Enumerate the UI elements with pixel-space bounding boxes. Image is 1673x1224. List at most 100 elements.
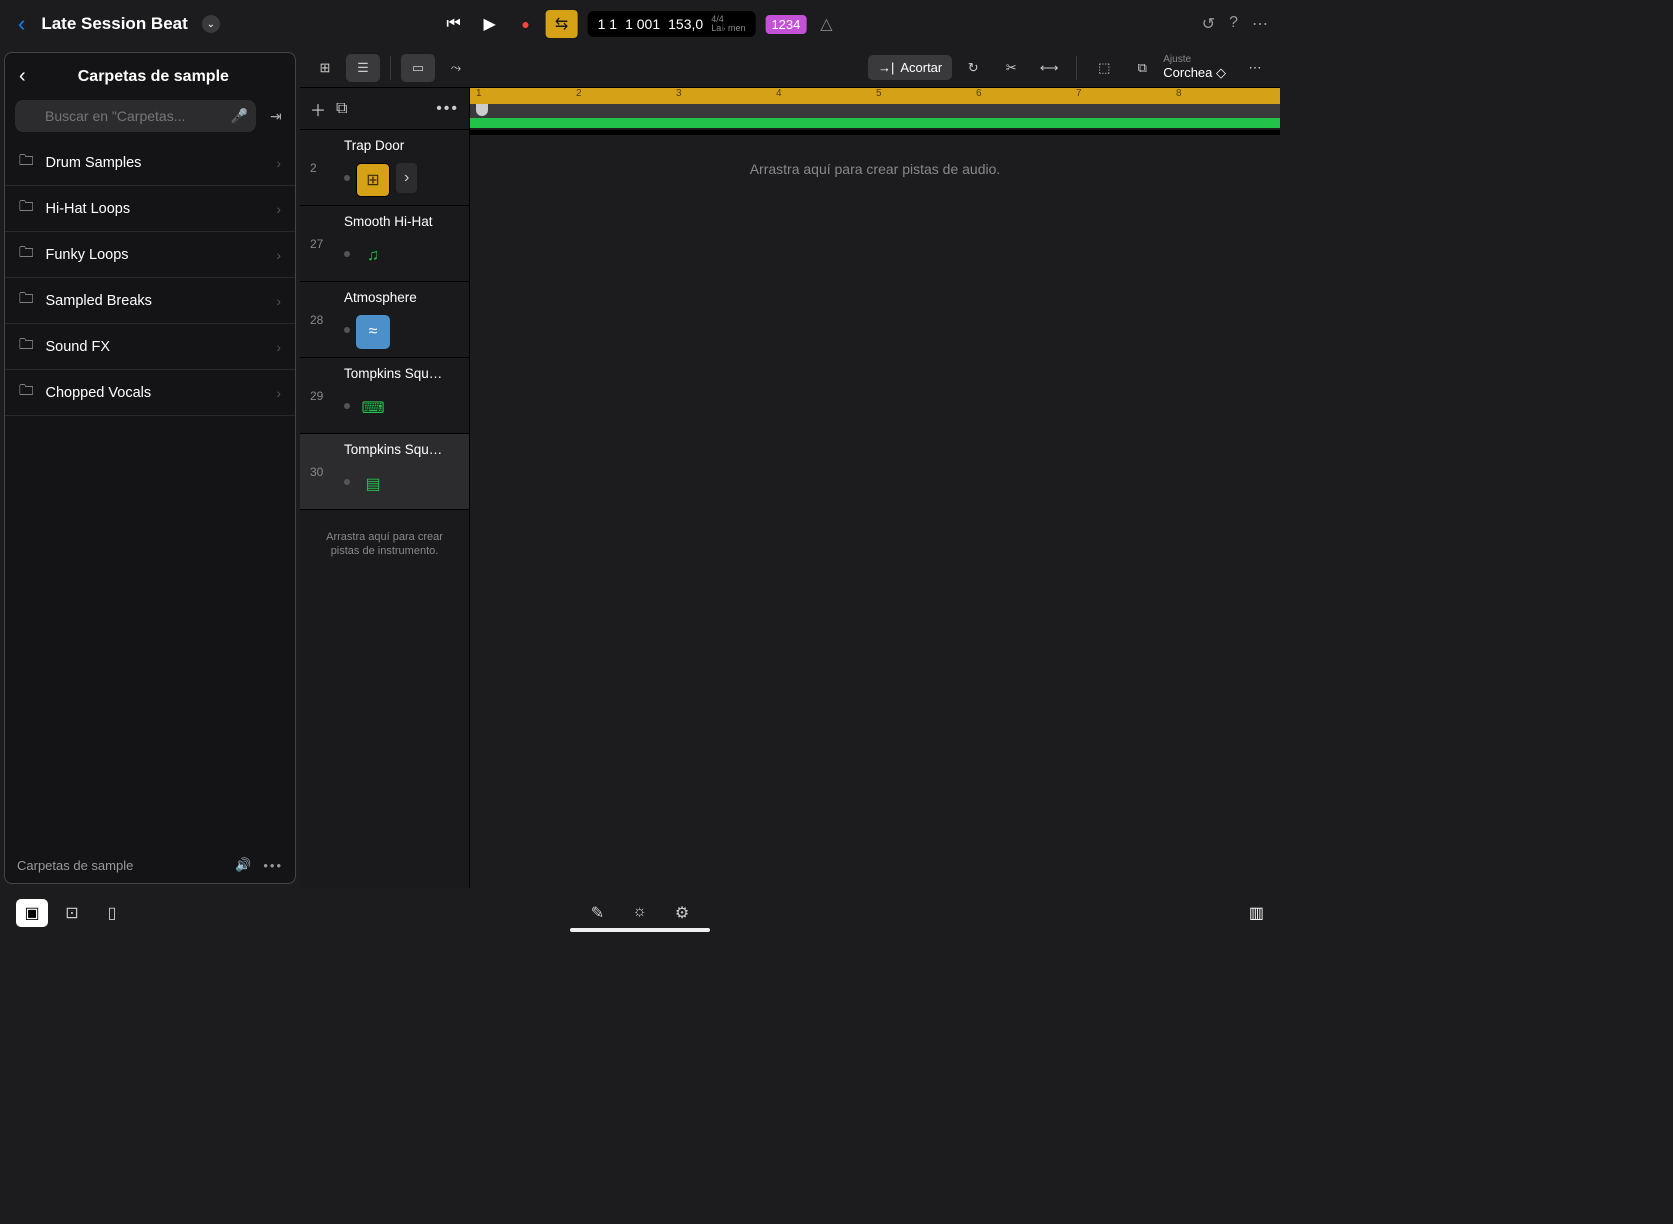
- trim-button[interactable]: →| Acortar: [868, 55, 952, 80]
- chevron-right-icon: ›: [276, 339, 281, 355]
- region-mode-button[interactable]: ▭: [401, 54, 435, 82]
- trim-icon: →|: [878, 60, 894, 75]
- automation-mode-button[interactable]: ⤳: [439, 54, 473, 82]
- timeline-ruler[interactable]: 12345678: [470, 88, 1280, 130]
- instrument-icon[interactable]: ≈: [356, 315, 390, 349]
- mute-dot[interactable]: [344, 403, 350, 409]
- region-row[interactable]: Tompkins Square 808 Bass: [470, 134, 1280, 135]
- folder-item[interactable]: 🗀Drum Samples›: [5, 140, 295, 186]
- metronome-button[interactable]: △: [810, 10, 842, 38]
- duplicate-track-button[interactable]: ⧉: [336, 100, 347, 118]
- select-tool-button[interactable]: ⬚: [1087, 54, 1121, 82]
- audio-drop-zone[interactable]: Arrastra aquí para crear pistas de audio…: [470, 135, 1280, 203]
- list-view-button[interactable]: ☰: [346, 54, 380, 82]
- project-menu-button[interactable]: ⌄: [202, 15, 220, 33]
- add-track-button[interactable]: ＋: [310, 97, 326, 121]
- mixer-sliders-button[interactable]: ⚙: [675, 903, 689, 923]
- split-tool-button[interactable]: ⟷: [1032, 54, 1066, 82]
- expand-track-button[interactable]: ›: [396, 163, 417, 193]
- cycle-button[interactable]: ⇆: [546, 10, 578, 38]
- track-header[interactable]: 28 Atmosphere ≈: [300, 282, 469, 358]
- folder-item[interactable]: 🗀Hi-Hat Loops›: [5, 186, 295, 232]
- folder-item[interactable]: 🗀Chopped Vocals›: [5, 370, 295, 416]
- instrument-icon[interactable]: ▤: [356, 467, 390, 501]
- track-header[interactable]: 2 Trap Door ⊞ ›: [300, 130, 469, 206]
- copy-tool-button[interactable]: ⧉: [1125, 54, 1159, 82]
- track-header[interactable]: 29 Tompkins Squ… ⌨: [300, 358, 469, 434]
- mute-dot[interactable]: [344, 327, 350, 333]
- track-more-button[interactable]: •••: [436, 100, 459, 118]
- loop-tool-button[interactable]: ↻: [956, 54, 990, 82]
- piano-keys-button[interactable]: ▥: [1249, 903, 1264, 923]
- track-header-controls: ＋ ⧉ •••: [300, 88, 469, 130]
- top-right-controls: ↺ ? ⋯: [1202, 14, 1268, 34]
- preview-speaker-button[interactable]: 🔊: [235, 857, 251, 873]
- tempo-value: 153,0: [668, 16, 703, 32]
- collapse-sidebar-button[interactable]: ⇥: [264, 102, 288, 131]
- instrument-icon[interactable]: ♫: [356, 239, 390, 273]
- instrument-drop-zone[interactable]: Arrastra aquí para crear pistas de instr…: [300, 510, 469, 578]
- chevron-right-icon: ›: [276, 247, 281, 263]
- browser-more-button[interactable]: •••: [263, 858, 283, 873]
- transport-controls: ⏮ ▶ ● ⇆ 1 1 1 001 153,0 4/4 La♭ men 1234…: [438, 10, 843, 38]
- sig-key: 4/4 La♭ men: [711, 15, 745, 33]
- scissors-tool-button[interactable]: ✂: [994, 54, 1028, 82]
- track-headers-column: ＋ ⧉ ••• 2 Trap Door ⊞ › 27 Smooth Hi-Hat…: [300, 88, 470, 888]
- playhead[interactable]: [476, 104, 488, 116]
- chevron-right-icon: ›: [276, 155, 281, 171]
- undo-button[interactable]: ↺: [1202, 14, 1215, 34]
- browser-header: ‹ Carpetas de sample: [5, 53, 295, 100]
- tracks-toolbar: ⊞ ☰ ▭ ⤳ →| Acortar ↻ ✂ ⟷ ⬚ ⧉ Ajuste Corc…: [300, 48, 1280, 88]
- search-input[interactable]: [15, 100, 256, 132]
- folder-item[interactable]: 🗀Funky Loops›: [5, 232, 295, 278]
- instrument-icon[interactable]: ⊞: [356, 163, 390, 197]
- edit-tool-button[interactable]: ✎: [591, 903, 604, 923]
- folder-icon: 🗀: [19, 150, 34, 175]
- back-button[interactable]: ‹: [12, 11, 31, 37]
- browser-back-button[interactable]: ‹: [19, 65, 26, 88]
- project-title: Late Session Beat: [41, 14, 187, 34]
- browser-title: Carpetas de sample: [26, 68, 281, 86]
- chevron-right-icon: ›: [276, 385, 281, 401]
- lcd-display[interactable]: 1 1 1 001 153,0 4/4 La♭ men: [588, 11, 756, 37]
- top-bar: ‹ Late Session Beat ⌄ ⏮ ▶ ● ⇆ 1 1 1 001 …: [0, 0, 1280, 48]
- snap-setting[interactable]: Ajuste Corchea ◇: [1163, 54, 1226, 81]
- toolbar-more-button[interactable]: ⋯: [1238, 54, 1272, 82]
- chevron-right-icon: ›: [276, 293, 281, 309]
- library-toggle-button[interactable]: ▯: [96, 899, 128, 927]
- position-ticks: 1 001: [625, 16, 660, 32]
- mixer-toggle-button[interactable]: ⊡: [56, 899, 88, 927]
- home-indicator: [570, 928, 710, 932]
- browser-footer: Carpetas de sample 🔊 •••: [5, 847, 295, 883]
- mic-icon[interactable]: 🎤: [231, 108, 248, 125]
- help-button[interactable]: ?: [1229, 14, 1238, 34]
- folder-icon: 🗀: [19, 242, 34, 267]
- folder-icon: 🗀: [19, 196, 34, 221]
- mute-dot[interactable]: [344, 251, 350, 257]
- footer-label: Carpetas de sample: [17, 858, 133, 873]
- regions-column: 12345678 Trap Door Smooth Hi-HatUptown C…: [470, 88, 1280, 888]
- track-header[interactable]: 30 Tompkins Squ… ▤: [300, 434, 469, 510]
- record-button[interactable]: ●: [510, 10, 542, 38]
- count-in-button[interactable]: 1234: [765, 15, 806, 34]
- bottom-bar: ▣ ⊡ ▯ ✎ ☼ ⚙ ▥: [0, 888, 1280, 938]
- folder-icon: 🗀: [19, 334, 34, 359]
- position-bars: 1 1: [598, 16, 617, 32]
- tracks-area: ⊞ ☰ ▭ ⤳ →| Acortar ↻ ✂ ⟷ ⬚ ⧉ Ajuste Corc…: [300, 48, 1280, 888]
- mute-dot[interactable]: [344, 479, 350, 485]
- folder-item[interactable]: 🗀Sound FX›: [5, 324, 295, 370]
- folder-item[interactable]: 🗀Sampled Breaks›: [5, 278, 295, 324]
- play-button[interactable]: ▶: [474, 10, 506, 38]
- track-header[interactable]: 27 Smooth Hi-Hat ♫: [300, 206, 469, 282]
- mute-dot[interactable]: [344, 175, 350, 181]
- folder-icon: 🗀: [19, 380, 34, 405]
- browser-toggle-button[interactable]: ▣: [16, 899, 48, 927]
- grid-view-button[interactable]: ⊞: [308, 54, 342, 82]
- sample-browser-panel: ‹ Carpetas de sample 🎤 ⇥ 🗀Drum Samples›🗀…: [4, 52, 296, 884]
- brightness-button[interactable]: ☼: [632, 903, 647, 923]
- more-button[interactable]: ⋯: [1252, 14, 1268, 34]
- folder-icon: 🗀: [19, 288, 34, 313]
- instrument-icon[interactable]: ⌨: [356, 391, 390, 425]
- chevron-right-icon: ›: [276, 201, 281, 217]
- rewind-button[interactable]: ⏮: [438, 10, 470, 38]
